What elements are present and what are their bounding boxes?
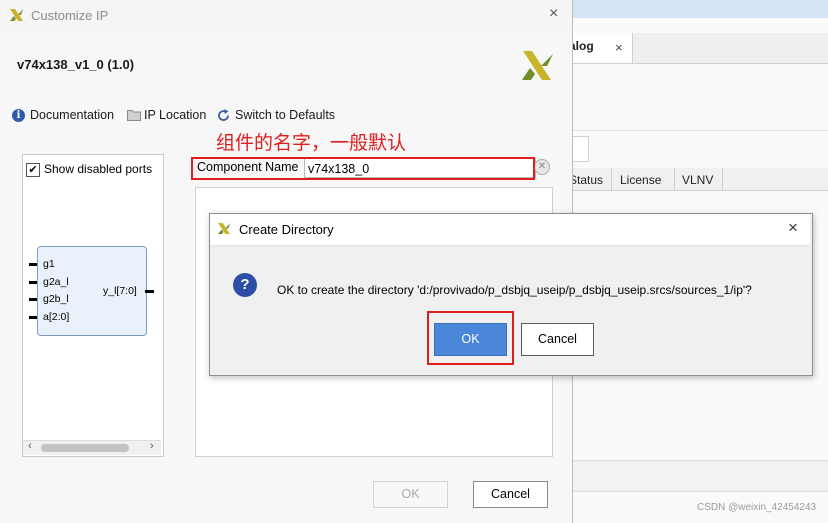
port-pin bbox=[29, 316, 37, 319]
port-pin bbox=[29, 298, 37, 301]
background-title-strip bbox=[572, 0, 828, 18]
scrollbar-thumb[interactable] bbox=[41, 444, 129, 452]
folder-icon[interactable] bbox=[127, 109, 141, 121]
refresh-icon[interactable] bbox=[216, 108, 231, 123]
annotation-text: 组件的名字，一般默认 bbox=[216, 132, 407, 154]
xilinx-logo-icon bbox=[522, 51, 553, 80]
column-header-vlnv[interactable]: VLNV bbox=[682, 173, 713, 187]
scroll-left-icon[interactable]: ‹ bbox=[28, 440, 32, 452]
port-label-g1: g1 bbox=[43, 258, 55, 270]
ip-location-button[interactable]: IP Location bbox=[144, 108, 206, 122]
show-disabled-ports-label: Show disabled ports bbox=[44, 162, 153, 176]
column-divider bbox=[611, 168, 612, 190]
annotation-highlight-box bbox=[191, 157, 535, 180]
port-label-g2b-l: g2b_l bbox=[43, 293, 69, 305]
clear-icon[interactable]: ✕ bbox=[534, 159, 550, 175]
confirmation-message: OK to create the directory 'd:/provivado… bbox=[277, 283, 752, 297]
background-bottom-bar bbox=[572, 460, 828, 492]
scroll-right-icon[interactable]: › bbox=[150, 440, 154, 452]
ip-name-heading: v74x138_v1_0 (1.0) bbox=[17, 57, 135, 72]
column-divider bbox=[722, 168, 723, 190]
watermark: CSDN @weixin_42454243 bbox=[697, 502, 817, 513]
close-icon[interactable]: × bbox=[788, 218, 798, 238]
vivado-logo-icon bbox=[217, 222, 231, 235]
close-icon[interactable]: × bbox=[549, 5, 558, 23]
customize-ok-button[interactable]: OK bbox=[373, 481, 448, 508]
customize-cancel-button[interactable]: Cancel bbox=[473, 481, 548, 508]
close-icon[interactable]: × bbox=[615, 40, 623, 55]
info-icon[interactable]: i bbox=[12, 109, 25, 122]
create-directory-cancel-button[interactable]: Cancel bbox=[521, 323, 594, 356]
documentation-button[interactable]: Documentation bbox=[30, 108, 114, 122]
port-pin bbox=[145, 290, 154, 293]
column-divider bbox=[674, 168, 675, 190]
background-toolbar bbox=[572, 96, 828, 131]
port-label-g2a-l: g2a_l bbox=[43, 276, 69, 288]
dialog-title: Customize IP bbox=[31, 8, 109, 23]
column-header-license[interactable]: License bbox=[620, 173, 661, 187]
question-icon: ? bbox=[233, 273, 257, 297]
switch-to-defaults-button[interactable]: Switch to Defaults bbox=[235, 108, 335, 122]
column-header-status[interactable]: Status bbox=[569, 173, 603, 187]
port-pin bbox=[29, 263, 37, 266]
port-pin bbox=[29, 281, 37, 284]
vivado-logo-icon bbox=[10, 9, 23, 21]
port-label-a: a[2:0] bbox=[43, 311, 70, 323]
port-label-y-l: y_l[7:0] bbox=[103, 285, 137, 297]
annotation-highlight-box bbox=[427, 311, 514, 365]
show-disabled-ports-checkbox[interactable]: ✔ bbox=[26, 163, 40, 177]
dialog-title: Create Directory bbox=[239, 222, 334, 237]
